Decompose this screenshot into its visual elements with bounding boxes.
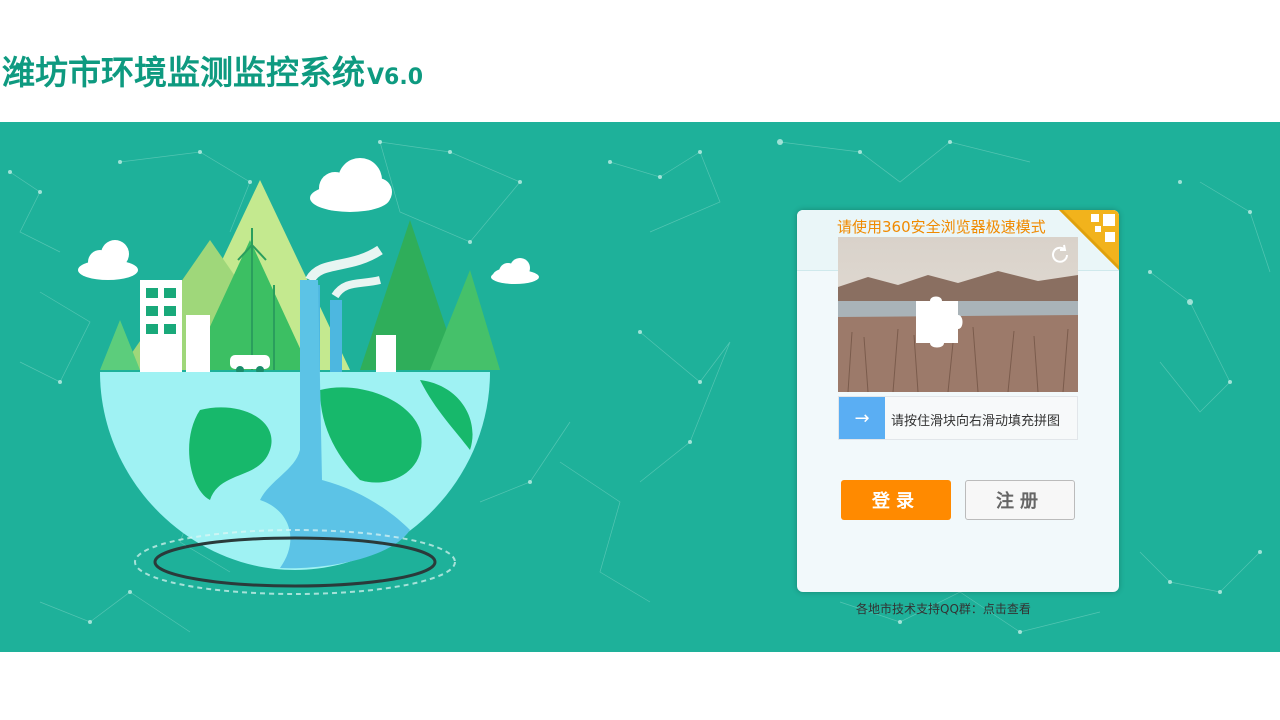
app-version: V6.0: [367, 65, 423, 90]
puzzle-piece: [916, 296, 963, 348]
header: 潍坊市环境监测监控系统V6.0: [0, 0, 1280, 122]
qr-code-icon[interactable]: [1059, 210, 1119, 270]
login-button[interactable]: 登录: [841, 480, 951, 520]
browser-tip: 请使用360安全浏览器极速模式: [837, 218, 1046, 236]
support-text: 各地市技术支持QQ群：: [856, 602, 983, 616]
support-line: 各地市技术支持QQ群：点击查看: [856, 600, 1031, 617]
app-title: 潍坊市环境监测监控系统V6.0: [2, 46, 423, 94]
arrow-right-icon[interactable]: →: [839, 397, 885, 439]
captcha-slider[interactable]: → 请按住滑块向右滑动填充拼图: [838, 396, 1078, 440]
captcha-image: [838, 237, 1078, 392]
cloud-small-icon: [491, 258, 539, 284]
slider-instruction: 请按住滑块向右滑动填充拼图: [891, 414, 1061, 429]
environment-globe-illustration: [78, 158, 500, 595]
app-title-text: 潍坊市环境监测监控系统: [2, 53, 365, 92]
support-link[interactable]: 点击查看: [983, 602, 1031, 616]
register-button[interactable]: 注册: [965, 480, 1075, 520]
login-panel: 请使用360安全浏览器极速模式 → 请按住滑块向右滑动填充拼图 登录 注册: [797, 210, 1119, 592]
